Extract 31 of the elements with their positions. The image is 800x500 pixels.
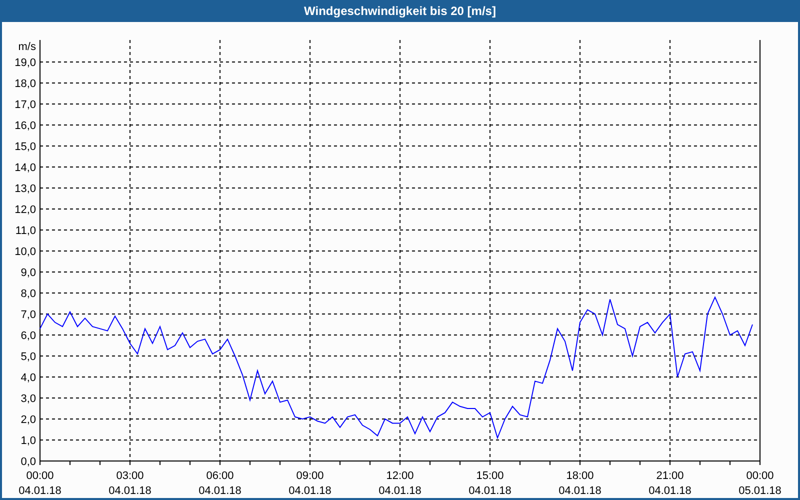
y-tick-label: 16,0 <box>14 120 36 132</box>
y-tick-label: 13,0 <box>14 183 36 195</box>
y-tick-label: 15,0 <box>14 141 36 153</box>
y-tick-label: 12,0 <box>14 204 36 216</box>
x-tick-label: 00:00 05.01.18 <box>738 470 782 497</box>
y-tick-label: 10,0 <box>14 246 36 258</box>
y-tick-label: 2,0 <box>20 414 36 426</box>
x-tick-label: 03:00 04.01.18 <box>108 470 152 497</box>
x-tick-label: 18:00 04.01.18 <box>558 470 602 497</box>
x-tick-label: 06:00 04.01.18 <box>198 470 242 497</box>
y-tick-label: 0,0 <box>20 456 36 468</box>
y-tick-label: 8,0 <box>20 288 36 300</box>
y-tick-label: 17,0 <box>14 99 36 111</box>
y-tick-label: 1,0 <box>20 435 36 447</box>
window-title: Windgeschwindigkeit bis 20 [m/s] <box>303 3 497 20</box>
y-tick-label: 4,0 <box>20 372 36 384</box>
y-tick-label: 11,0 <box>15 225 36 237</box>
y-tick-label: 5,0 <box>20 351 36 363</box>
x-tick-label: 00:00 04.01.18 <box>18 470 62 497</box>
x-tick-label: 09:00 04.01.18 <box>288 470 332 497</box>
y-tick-label: 7,0 <box>20 309 36 321</box>
y-tick-label: 18,0 <box>14 78 36 90</box>
x-tick-label: 12:00 04.01.18 <box>378 470 422 497</box>
y-tick-label: 19,0 <box>14 57 36 69</box>
y-tick-label: 9,0 <box>20 267 36 279</box>
y-tick-label: 6,0 <box>20 330 36 342</box>
x-tick-label: 21:00 04.01.18 <box>648 470 692 497</box>
x-tick-label: 15:00 04.01.18 <box>468 470 512 497</box>
y-tick-label: 3,0 <box>20 393 36 405</box>
y-tick-label: 14,0 <box>14 162 36 174</box>
y-axis-label: m/s <box>18 41 36 53</box>
